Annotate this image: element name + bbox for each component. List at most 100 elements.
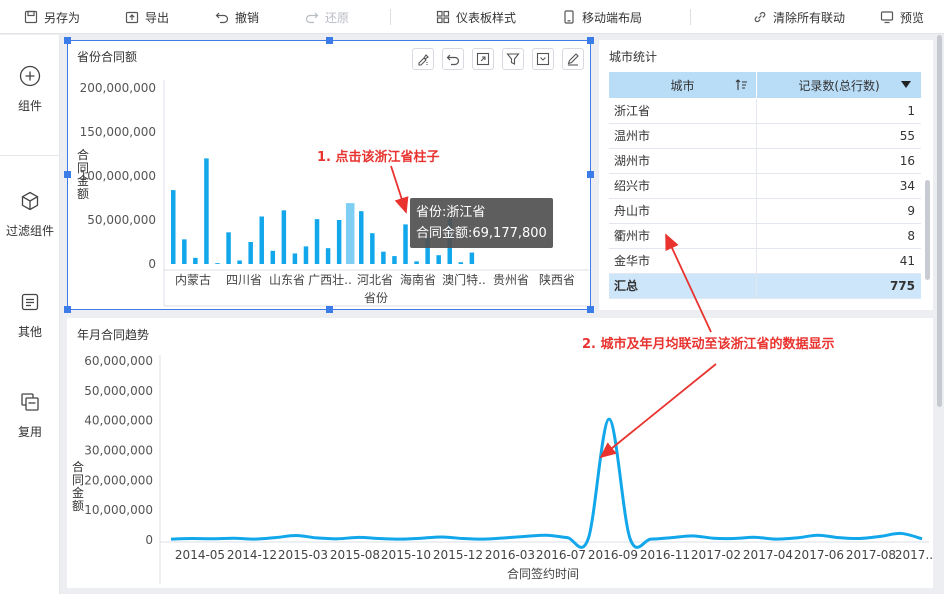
sidebar-item-label: 组件 xyxy=(17,99,42,113)
x-tick-label: 2016-03 xyxy=(485,548,535,562)
mobile-icon xyxy=(564,10,574,24)
undo-button[interactable]: 撤销 xyxy=(215,0,259,34)
city-cell: 绍兴市 xyxy=(614,179,651,193)
redo-icon xyxy=(305,12,319,24)
save-as-button[interactable]: 另存为 xyxy=(24,0,80,34)
column-header-label: 城市 xyxy=(670,78,695,93)
export-icon xyxy=(125,11,139,24)
count-cell: 34 xyxy=(899,179,915,193)
x-tick-label: 2017-08 xyxy=(846,548,896,562)
dashboard-style-button[interactable]: 仪表板样式 xyxy=(436,0,516,34)
mobile-layout-label: 移动端布局 xyxy=(582,10,643,25)
cell-divider xyxy=(756,149,757,174)
dashboard-canvas: 省份合同额 0 50,000,000 100,000,000 150,000,000 2… xyxy=(61,35,944,594)
table-row[interactable]: 绍兴市 34 xyxy=(609,174,921,199)
cell-divider xyxy=(756,124,757,149)
x-tick-label: 2017-02 xyxy=(691,548,741,562)
canvas-scrollbar[interactable] xyxy=(937,35,942,407)
series-line xyxy=(170,417,923,549)
toolbar-divider xyxy=(690,9,691,25)
table-row[interactable]: 衢州市 8 xyxy=(609,224,921,249)
panel-title: 城市统计 xyxy=(609,50,658,64)
table-row[interactable]: 金华市 41 xyxy=(609,249,921,274)
y-tick-label: 40,000,000 xyxy=(84,414,153,428)
city-cell: 金华市 xyxy=(614,254,651,268)
x-tick-label: 2017-06 xyxy=(794,548,844,562)
resize-handle[interactable] xyxy=(64,37,71,44)
sidebar-item-other[interactable]: 其他 xyxy=(0,291,60,340)
y-tick-label: 10,000,000 xyxy=(84,503,153,517)
x-tick-label: 2016-07 xyxy=(536,548,586,562)
clear-links-label: 清除所有联动 xyxy=(773,10,846,25)
table-total-row[interactable]: 汇总 775 xyxy=(609,274,921,299)
count-cell: 9 xyxy=(907,204,915,218)
export-button[interactable]: 导出 xyxy=(125,0,169,34)
count-cell: 16 xyxy=(899,154,915,168)
sort-icon[interactable] xyxy=(735,79,748,91)
x-tick-label: 2015-12 xyxy=(433,548,483,562)
preview-label: 预览 xyxy=(900,10,925,25)
y-axis-title: 合同金额 xyxy=(72,459,84,513)
city-cell: 浙江省 xyxy=(614,104,651,118)
city-table-panel[interactable]: 城市统计 城市 记录数(总行数) 浙江省 1 温州市 55 湖州市 16 绍兴市 34 舟山市 9… xyxy=(599,40,933,310)
preview-button[interactable]: 预览 xyxy=(880,0,924,34)
table-row[interactable]: 湖州市 16 xyxy=(609,149,921,174)
x-tick-label: 2015-10 xyxy=(381,548,431,562)
x-tick-label: 2017-04 xyxy=(743,548,793,562)
count-cell: 1 xyxy=(907,104,915,118)
count-cell: 41 xyxy=(899,254,915,268)
sidebar-item-label: 复用 xyxy=(17,425,42,439)
resize-handle[interactable] xyxy=(587,37,594,44)
table-row[interactable]: 浙江省 1 xyxy=(609,99,921,124)
resize-handle[interactable] xyxy=(326,37,333,44)
city-cell: 温州市 xyxy=(614,129,651,143)
table-row[interactable]: 舟山市 9 xyxy=(609,199,921,224)
x-tick-label: 2016-11 xyxy=(640,548,690,562)
sidebar-item-reuse[interactable]: 复用 xyxy=(0,391,60,440)
selection-outline xyxy=(67,40,591,310)
monitor-icon xyxy=(880,11,894,24)
sidebar-item-filter-components[interactable]: 过滤组件 xyxy=(0,190,60,239)
cell-divider xyxy=(756,224,757,249)
resize-handle[interactable] xyxy=(64,306,71,313)
column-header-count[interactable]: 记录数(总行数) xyxy=(757,72,921,98)
x-tick-label: 2014-05 xyxy=(175,548,225,562)
unlink-icon xyxy=(754,11,766,23)
x-tick-label: 2015-08 xyxy=(330,548,380,562)
document-icon xyxy=(21,293,39,311)
cell-divider xyxy=(756,199,757,224)
table-row[interactable]: 温州市 55 xyxy=(609,124,921,149)
count-cell: 775 xyxy=(889,279,915,293)
resize-handle[interactable] xyxy=(326,306,333,313)
save-as-label: 另存为 xyxy=(44,10,81,25)
column-header-city[interactable]: 城市 xyxy=(609,72,756,98)
x-tick-label: 2017.. xyxy=(895,548,933,562)
clear-links-button[interactable]: 清除所有联动 xyxy=(753,0,845,34)
save-icon xyxy=(24,10,38,24)
mobile-layout-button[interactable]: 移动端布局 xyxy=(562,0,642,34)
annotation-step1: 1. 点击该浙江省柱子 xyxy=(317,150,440,165)
cube-icon xyxy=(21,191,39,211)
resize-handle[interactable] xyxy=(587,171,594,178)
line-chart[interactable]: 0 10,000,000 20,000,000 30,000,000 40,000,00… xyxy=(67,318,933,588)
layers-icon xyxy=(21,393,39,411)
sidebar-item-components[interactable]: 组件 xyxy=(0,65,60,114)
y-tick-label: 0 xyxy=(145,533,153,547)
vertical-scrollbar[interactable] xyxy=(925,180,930,280)
undo-icon xyxy=(215,12,229,24)
line-chart-panel[interactable]: 年月合同趋势 0 10,000,000 20,000,000 30,000,000 40… xyxy=(67,318,933,588)
city-cell: 衢州市 xyxy=(614,229,651,243)
cell-divider xyxy=(756,249,757,274)
sidebar-item-label: 过滤组件 xyxy=(5,224,54,238)
y-tick-label: 30,000,000 xyxy=(84,444,153,458)
resize-handle[interactable] xyxy=(587,306,594,313)
top-toolbar: 另存为 导出 撤销 还原 仪表板样式 移动端布局 清除所有联动 预览 xyxy=(0,0,944,34)
redo-button[interactable]: 还原 xyxy=(305,0,349,34)
count-cell: 8 xyxy=(907,229,915,243)
tooltip-line: 合同金额:69,177,800 xyxy=(416,226,547,241)
caret-down-icon[interactable] xyxy=(901,81,911,89)
export-label: 导出 xyxy=(145,10,170,25)
x-tick-label: 2014-12 xyxy=(227,548,277,562)
bar-tooltip: 省份:浙江省 合同金额:69,177,800 xyxy=(410,198,553,248)
resize-handle[interactable] xyxy=(64,171,71,178)
